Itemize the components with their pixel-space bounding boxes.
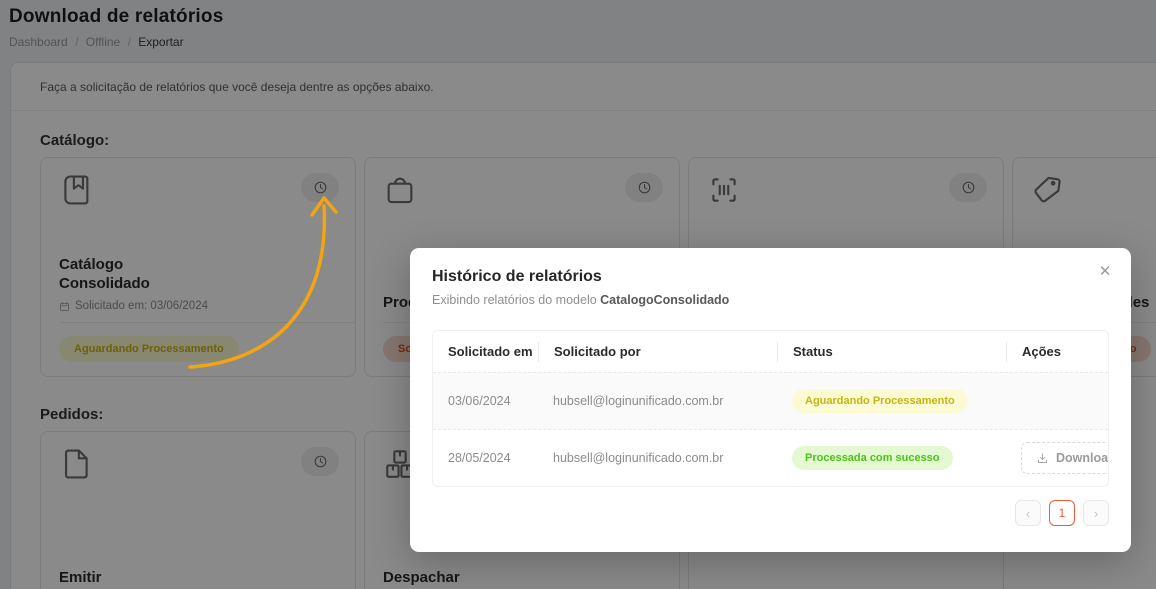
status-badge: Aguardando Processamento xyxy=(792,389,968,413)
pagination-next-button[interactable]: › xyxy=(1083,500,1109,526)
table-row: 28/05/2024 hubsell@loginunificado.com.br… xyxy=(433,429,1108,486)
history-modal: ✕ Histórico de relatórios Exibindo relat… xyxy=(410,248,1131,552)
history-table: Solicitado em Solicitado por Status Açõe… xyxy=(432,330,1109,487)
column-header-solicitado-por: Solicitado por xyxy=(538,341,777,362)
pagination-prev-button[interactable]: ‹ xyxy=(1015,500,1041,526)
modal-model-name: CatalogoConsolidado xyxy=(600,293,730,307)
modal-subtitle: Exibindo relatórios do modelo CatalogoCo… xyxy=(432,293,730,307)
table-header-row: Solicitado em Solicitado por Status Açõe… xyxy=(433,331,1108,372)
cell-requested-by: hubsell@loginunificado.com.br xyxy=(553,451,724,465)
status-badge: Processada com sucesso xyxy=(792,446,953,470)
cell-date: 28/05/2024 xyxy=(448,451,511,465)
table-row: 03/06/2024 hubsell@loginunificado.com.br… xyxy=(433,372,1108,429)
column-header-acoes: Ações xyxy=(1006,341,1108,362)
pagination: ‹ 1 › xyxy=(432,500,1109,526)
close-icon[interactable]: ✕ xyxy=(1095,262,1115,282)
download-icon xyxy=(1038,452,1047,463)
column-header-solicitado-em: Solicitado em xyxy=(448,344,533,359)
chevron-left-icon: ‹ xyxy=(1025,505,1031,521)
modal-title: Histórico de relatórios xyxy=(432,268,602,285)
chevron-right-icon: › xyxy=(1093,505,1099,521)
cell-requested-by: hubsell@loginunificado.com.br xyxy=(553,394,724,408)
column-header-status: Status xyxy=(777,341,1006,362)
download-button[interactable]: Download xyxy=(1021,442,1108,474)
cell-date: 03/06/2024 xyxy=(448,394,511,408)
pagination-page-1[interactable]: 1 xyxy=(1049,500,1075,526)
